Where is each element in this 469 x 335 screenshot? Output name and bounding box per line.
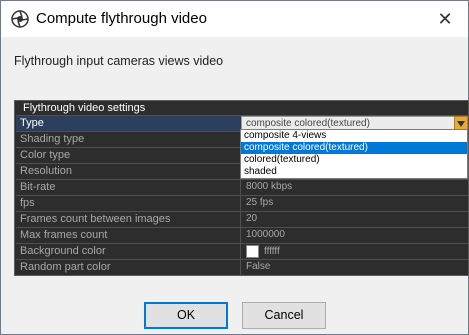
dropdown-option[interactable]: shaded (241, 166, 467, 178)
column-divider (240, 196, 241, 211)
property-value: False (246, 261, 271, 272)
property-label: Color type (20, 149, 71, 161)
column-divider (240, 180, 241, 195)
property-value: 8000 kbps (246, 181, 293, 192)
property-label: Type (20, 117, 44, 129)
property-label: Background color (20, 245, 106, 257)
property-row-max-frames[interactable]: Max frames count 1000000 (16, 227, 468, 243)
column-divider (240, 244, 241, 259)
property-value: 20 (246, 213, 258, 224)
type-dropdown-list: composite 4-views composite colored(text… (240, 129, 468, 179)
property-row-background-color[interactable]: Background color ffffff (16, 243, 468, 259)
property-label: fps (20, 197, 35, 209)
window-title: Compute flythrough video (36, 10, 207, 27)
camera-shutter-icon (11, 10, 29, 28)
dropdown-option-selected[interactable]: composite colored(textured) (241, 142, 467, 154)
dialog-window: Compute flythrough video ✕ Flythrough in… (0, 0, 469, 335)
title-bar: Compute flythrough video ✕ (1, 1, 468, 37)
property-label: Resolution (20, 165, 72, 177)
column-divider (240, 212, 241, 227)
property-label: Bit-rate (20, 181, 56, 193)
property-value: 25 fps (246, 197, 274, 208)
column-divider (240, 260, 241, 275)
settings-property-grid: Flythrough video settings Type composite… (14, 100, 469, 276)
property-label: Shading type (20, 133, 85, 145)
property-value: ffffff (246, 245, 280, 258)
cancel-button[interactable]: Cancel (242, 302, 326, 329)
property-row-bit-rate[interactable]: Bit-rate 8000 kbps (16, 179, 468, 195)
property-label: Frames count between images (20, 213, 171, 225)
property-label: Max frames count (20, 229, 108, 241)
dropdown-option[interactable]: colored(textured) (241, 154, 467, 166)
color-swatch[interactable] (246, 245, 259, 258)
close-icon[interactable]: ✕ (433, 7, 457, 31)
property-value: 1000000 (246, 229, 285, 240)
property-row-random-part-color[interactable]: Random part color False (16, 259, 468, 275)
column-divider (240, 228, 241, 243)
type-combobox-value: composite colored(textured) (246, 118, 370, 129)
property-label: Random part color (20, 261, 111, 273)
property-row-frames-between[interactable]: Frames count between images 20 (16, 211, 468, 227)
dialog-description: Flythrough input cameras views video (14, 54, 224, 68)
property-grid-header: Flythrough video settings (23, 102, 146, 114)
color-hex: ffffff (264, 246, 280, 258)
dropdown-option[interactable]: composite 4-views (241, 130, 467, 142)
ok-button[interactable]: OK (144, 302, 228, 329)
property-row-fps[interactable]: fps 25 fps (16, 195, 468, 211)
